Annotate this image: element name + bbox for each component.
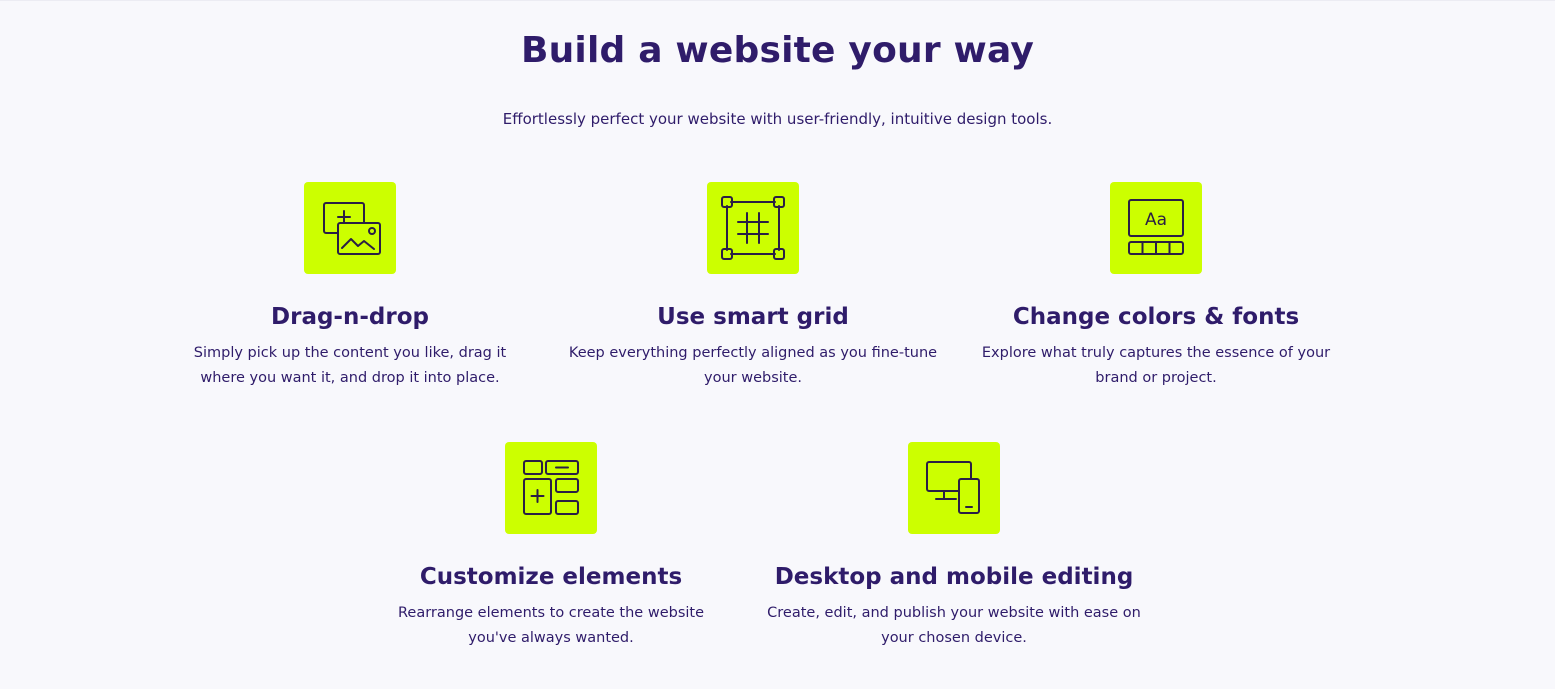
feature-title: Drag-n-drop [271, 304, 429, 330]
feature-description: Simply pick up the content you like, dra… [193, 345, 507, 386]
feature-card-desktop-mobile: Desktop and mobile editing Create, edit,… [754, 442, 1154, 651]
feature-icon-tile: Aa [1110, 182, 1202, 274]
drag-drop-icon [323, 202, 381, 255]
feature-description: Rearrange elements to create the website… [397, 605, 705, 646]
feature-title: Change colors & fonts [1012, 304, 1300, 330]
feature-description: Explore what truly captures the essence … [981, 345, 1331, 386]
feature-title: Desktop and mobile editing [774, 564, 1134, 590]
feature-card-colors-fonts: Aa Change colors & fonts Explore what tr… [956, 182, 1356, 391]
smart-grid-icon [721, 196, 785, 260]
top-divider [0, 0, 1555, 1]
desktop-mobile-icon [926, 461, 980, 514]
colors-fonts-icon: Aa [1128, 199, 1184, 255]
feature-title: Use smart grid [657, 304, 849, 330]
section-subtitle: Effortlessly perfect your website with u… [502, 110, 1053, 128]
feature-title: Customize elements [419, 564, 683, 590]
section-title: Build a website your way [520, 30, 1035, 71]
feature-icon-tile [304, 182, 396, 274]
feature-description: Create, edit, and publish your website w… [767, 605, 1141, 646]
feature-card-smart-grid: Use smart grid Keep everything perfectly… [553, 182, 953, 391]
feature-card-drag-n-drop: Drag-n-drop Simply pick up the content y… [150, 182, 550, 391]
feature-card-customize-elements: Customize elements Rearrange elements to… [351, 442, 751, 651]
customize-elements-icon [523, 460, 579, 515]
feature-icon-tile [707, 182, 799, 274]
feature-icon-tile [505, 442, 597, 534]
feature-icon-tile [908, 442, 1000, 534]
feature-description: Keep everything perfectly aligned as you… [568, 345, 938, 386]
font-sample-glyph: Aa [1145, 210, 1167, 230]
